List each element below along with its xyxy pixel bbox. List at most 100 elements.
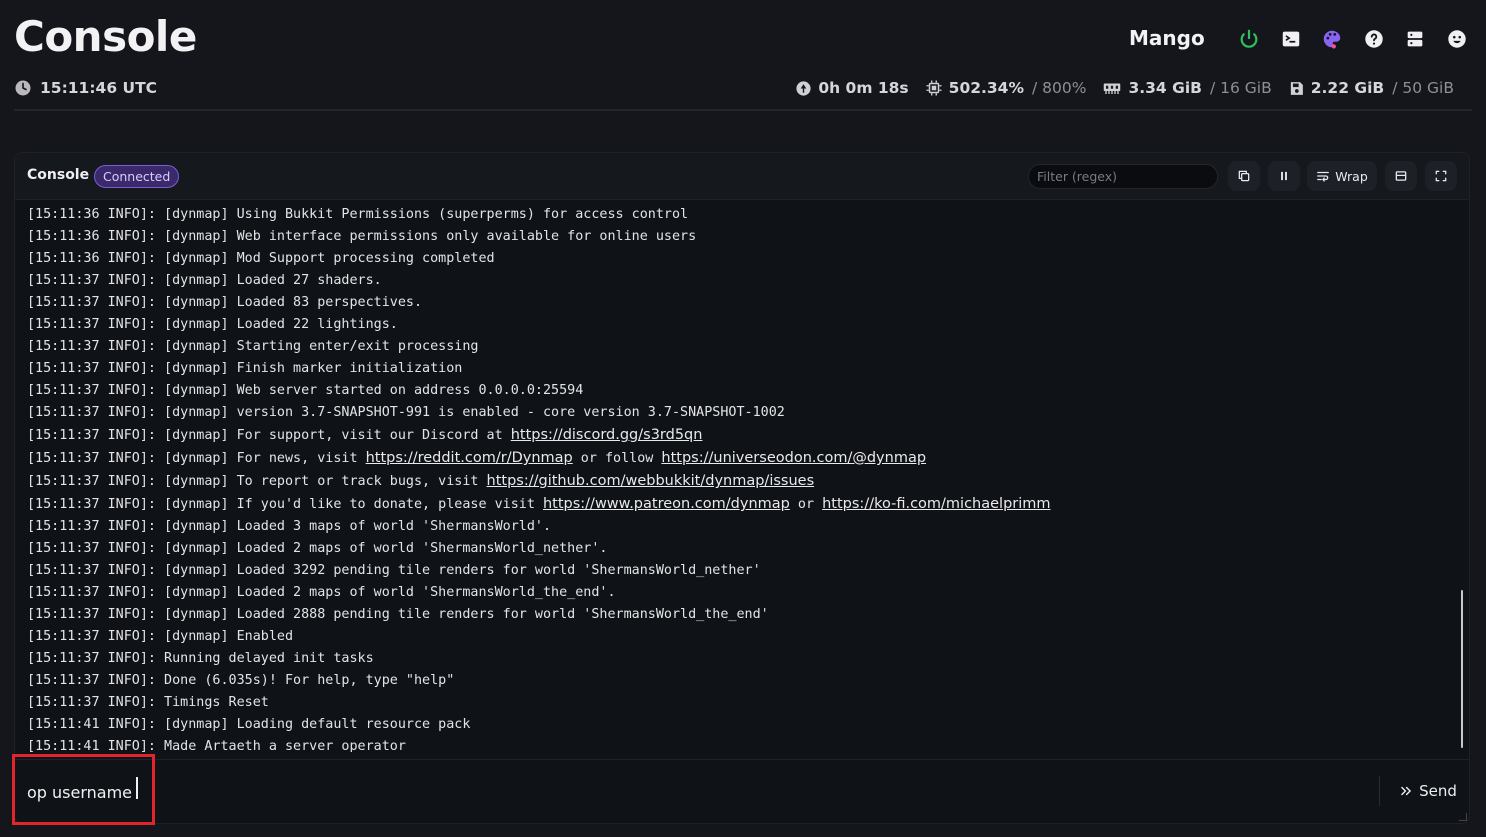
disk-stat: 2.22 GiB / 50 GiB <box>1288 79 1454 97</box>
cpu-stat: 502.34% / 800% <box>925 79 1087 97</box>
log-line: [15:11:36 INFO]: [dynmap] Using Bukkit P… <box>27 204 1453 226</box>
log-line-text: [15:11:36 INFO]: [dynmap] Mod Support pr… <box>27 251 495 266</box>
log-line-text: [15:11:37 INFO]: [dynmap] Loaded 22 ligh… <box>27 317 398 332</box>
uptime-stat: 0h 0m 18s <box>795 79 909 97</box>
chevrons-right-icon <box>1401 786 1412 796</box>
fullscreen-button[interactable] <box>1425 161 1457 191</box>
log-line-text: [15:11:37 INFO]: [dynmap] Starting enter… <box>27 339 479 354</box>
log-link[interactable]: https://reddit.com/r/Dynmap <box>366 450 573 466</box>
smiley-icon[interactable] <box>1444 26 1470 52</box>
log-line-text: [15:11:37 INFO]: [dynmap] Loaded 83 pers… <box>27 295 423 310</box>
console-toolbar: Console Connected Wrap <box>15 153 1469 200</box>
cpu-value: 502.34% <box>948 79 1024 97</box>
console-panel: Console Connected Wrap [15:11:36 INFO]: … <box>14 152 1470 824</box>
memory-value: 3.34 GiB <box>1128 79 1202 97</box>
log-line-text: [15:11:41 INFO]: [dynmap] Loading defaul… <box>27 717 471 732</box>
wrap-icon <box>1317 171 1330 182</box>
log-line-text: or <box>789 497 823 512</box>
log-line-text: [15:11:36 INFO]: [dynmap] Web interface … <box>27 229 697 244</box>
command-input[interactable] <box>19 768 1379 816</box>
log-line-text: [15:11:37 INFO]: [dynmap] To report or t… <box>27 474 487 489</box>
log-line: [15:11:37 INFO]: [dynmap] To report or t… <box>27 470 1453 493</box>
console-log[interactable]: [15:11:36 INFO]: [dynmap] Using Bukkit P… <box>27 204 1453 752</box>
log-line: [15:11:37 INFO]: [dynmap] Loaded 22 ligh… <box>27 314 1453 336</box>
send-label: Send <box>1419 782 1457 800</box>
send-button[interactable]: Send <box>1395 776 1461 806</box>
log-line-text: [15:11:37 INFO]: [dynmap] For news, visi… <box>27 451 366 466</box>
header-icon-bar <box>1236 26 1485 52</box>
log-link[interactable]: https://ko-fi.com/michaelprimm <box>822 496 1050 512</box>
log-line: [15:11:37 INFO]: Running delayed init ta… <box>27 648 1453 670</box>
memory-stat: 3.34 GiB / 16 GiB <box>1102 79 1272 97</box>
resize-handle[interactable] <box>1459 813 1467 821</box>
filter-input[interactable] <box>1028 164 1218 189</box>
log-line-text: [15:11:36 INFO]: [dynmap] Using Bukkit P… <box>27 207 689 222</box>
help-icon[interactable] <box>1361 26 1387 52</box>
log-line: [15:11:37 INFO]: [dynmap] Enabled <box>27 626 1453 648</box>
wrap-label: Wrap <box>1335 168 1368 184</box>
split-view-button[interactable] <box>1385 161 1417 191</box>
log-line-text: [15:11:37 INFO]: [dynmap] Loaded 3 maps … <box>27 519 552 534</box>
log-line: [15:11:37 INFO]: [dynmap] Starting enter… <box>27 336 1453 358</box>
log-line-text: [15:11:41 INFO]: Made Artaeth a server o… <box>27 739 406 752</box>
log-line-text: [15:11:37 INFO]: [dynmap] For support, v… <box>27 428 511 443</box>
server-clock: 15:11:46 UTC <box>14 79 157 97</box>
palette-icon[interactable] <box>1319 26 1345 52</box>
log-line: [15:11:37 INFO]: [dynmap] Loaded 2888 pe… <box>27 604 1453 626</box>
log-line: [15:11:37 INFO]: [dynmap] If you'd like … <box>27 493 1453 516</box>
clock-icon <box>15 80 31 96</box>
log-line-text: or follow <box>572 451 662 466</box>
cpu-icon <box>926 80 942 96</box>
header-divider <box>14 109 1472 111</box>
log-line: [15:11:37 INFO]: [dynmap] Loaded 2 maps … <box>27 538 1453 560</box>
log-line-text: [15:11:37 INFO]: Running delayed init ta… <box>27 651 374 666</box>
memory-max: / 16 GiB <box>1209 79 1272 97</box>
log-line: [15:11:36 INFO]: [dynmap] Web interface … <box>27 226 1453 248</box>
resource-stats: 0h 0m 18s 502.34% / 800% 3.34 GiB / 16 G… <box>779 79 1454 97</box>
log-line: [15:11:37 INFO]: [dynmap] Loaded 3292 pe… <box>27 560 1453 582</box>
server-time: 15:11:46 UTC <box>40 79 158 97</box>
log-line: [15:11:37 INFO]: [dynmap] Web server sta… <box>27 380 1453 402</box>
pause-icon <box>1281 171 1287 181</box>
log-scrollbar[interactable] <box>1461 204 1465 752</box>
log-line: [15:11:37 INFO]: [dynmap] Loaded 2 maps … <box>27 582 1453 604</box>
log-line: [15:11:37 INFO]: [dynmap] Finish marker … <box>27 358 1453 380</box>
power-icon[interactable] <box>1236 26 1262 52</box>
disk-value: 2.22 GiB <box>1310 79 1385 97</box>
log-link[interactable]: https://discord.gg/s3rd5qn <box>511 427 703 443</box>
log-line: [15:11:41 INFO]: Made Artaeth a server o… <box>27 736 1453 752</box>
log-line-text: [15:11:37 INFO]: [dynmap] Enabled <box>27 629 294 644</box>
copy-button[interactable] <box>1228 161 1260 191</box>
log-line-text: [15:11:37 INFO]: [dynmap] Loaded 2 maps … <box>27 541 608 556</box>
status-badge: Connected <box>94 165 180 188</box>
fullscreen-icon <box>1435 170 1447 182</box>
log-link[interactable]: https://universeodon.com/@dynmap <box>661 450 926 466</box>
memory-icon <box>1104 83 1121 94</box>
log-link[interactable]: https://github.com/webbukkit/dynmap/issu… <box>487 473 815 489</box>
log-line-text: [15:11:37 INFO]: [dynmap] version 3.7-SN… <box>27 405 785 420</box>
wrap-toggle[interactable]: Wrap <box>1307 161 1377 191</box>
cpu-max: / 800% <box>1032 79 1087 97</box>
log-line-text: [15:11:37 INFO]: [dynmap] Web server sta… <box>27 383 584 398</box>
server-list-icon[interactable] <box>1402 26 1428 52</box>
page-title: Console <box>14 12 197 61</box>
log-line-text: [15:11:37 INFO]: Done (6.035s)! For help… <box>27 673 455 688</box>
uptime-value: 0h 0m 18s <box>818 79 909 97</box>
log-link[interactable]: https://www.patreon.com/dynmap <box>543 496 790 512</box>
log-line-text: [15:11:37 INFO]: [dynmap] If you'd like … <box>27 497 543 512</box>
disk-icon <box>1290 81 1303 95</box>
log-line-text: [15:11:37 INFO]: [dynmap] Loaded 2888 pe… <box>27 607 769 622</box>
uptime-icon <box>796 80 811 96</box>
text-caret <box>136 777 138 799</box>
log-line: [15:11:37 INFO]: [dynmap] For support, v… <box>27 424 1453 447</box>
disk-max: / 50 GiB <box>1392 79 1454 97</box>
log-line: [15:11:41 INFO]: [dynmap] Loading defaul… <box>27 714 1453 736</box>
log-line: [15:11:37 INFO]: [dynmap] Loaded 83 pers… <box>27 292 1453 314</box>
log-line-text: [15:11:37 INFO]: [dynmap] Finish marker … <box>27 361 463 376</box>
log-line: [15:11:37 INFO]: [dynmap] For news, visi… <box>27 447 1453 470</box>
terminal-icon[interactable] <box>1278 26 1304 52</box>
copy-icon <box>1238 170 1250 182</box>
console-title: Console <box>27 167 90 183</box>
pause-button[interactable] <box>1268 161 1300 191</box>
scrollbar-thumb[interactable] <box>1461 590 1463 748</box>
